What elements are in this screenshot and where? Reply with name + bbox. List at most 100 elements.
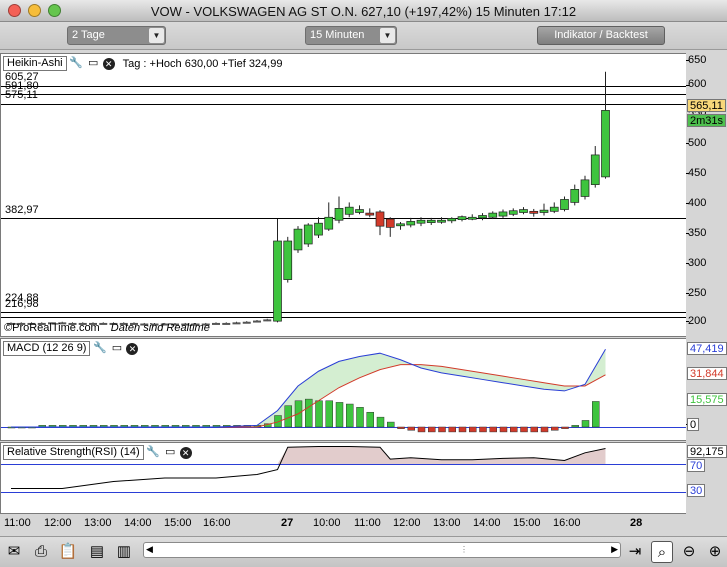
rsi-pane-header: Relative Strength(RSI) (14) 🔧 ▭ ✕ [3, 445, 192, 460]
macd-axis[interactable]: 47,419 31,844 15,575 0 [686, 338, 727, 441]
candle-body [570, 189, 580, 203]
macd-histogram-bar [438, 426, 446, 433]
price-tick: 650 [688, 54, 707, 66]
rsi-70-tag: 70 [687, 459, 706, 472]
price-tick: 400 [688, 197, 707, 209]
macd-histogram-bar [407, 426, 415, 431]
candle-body [242, 321, 251, 324]
histogram-value-tag: 15,575 [687, 393, 727, 406]
interval-select[interactable]: 15 Minuten ▼ [305, 26, 397, 45]
realtime-note: Daten sind Realtime [110, 322, 210, 334]
macd-histogram-bar [335, 402, 344, 428]
macd-histogram-bar [510, 426, 518, 433]
macd-zero-tag: 0 [687, 418, 700, 431]
chart-style-icon[interactable]: ▥ [113, 541, 135, 563]
rsi-pane[interactable]: Relative Strength(RSI) (14) 🔧 ▭ ✕ [0, 442, 687, 514]
candle-body [580, 179, 590, 197]
price-tick: 350 [688, 227, 707, 239]
macd-histogram-bar [325, 400, 333, 428]
zoom-in-icon[interactable]: ⊕ [704, 541, 726, 563]
wrench-icon[interactable]: 🔧 [92, 341, 107, 356]
candle-body [385, 218, 395, 228]
macd-histogram-bar [571, 425, 579, 428]
candle-body [253, 320, 261, 323]
time-label: 13:00 [433, 517, 461, 529]
candle-body [467, 216, 477, 220]
macd-histogram-bar [592, 401, 600, 428]
time-label: 15:00 [513, 517, 541, 529]
price-axis[interactable]: 650 600 500 450 400 350 300 250 200 550 … [686, 53, 727, 337]
go-to-end-icon[interactable]: ⇥ [624, 541, 646, 563]
scroll-left-icon[interactable]: ◀ [146, 544, 153, 555]
wrench-icon[interactable]: 🔧 [146, 445, 161, 460]
macd-histogram-bar [417, 426, 426, 433]
rsi-30-tag: 30 [687, 484, 706, 497]
rsi-pane-title: Relative Strength(RSI) (14) [3, 445, 144, 460]
window-icon[interactable]: ▭ [86, 56, 101, 71]
watermark: ©ProRealTime.com Daten sind Realtime [4, 322, 210, 334]
countdown-tag: 2m31s [687, 114, 727, 127]
rsi-axis[interactable]: 92,175 70 30 [686, 442, 727, 514]
candle-body [508, 210, 518, 215]
candle-body [539, 209, 549, 213]
close-icon[interactable]: ✕ [102, 58, 115, 70]
macd-pane[interactable]: MACD (12 26 9) 🔧 ▭ ✕ [0, 338, 687, 441]
candle-body [519, 209, 528, 213]
macd-histogram-bar [448, 426, 456, 433]
clipboard-icon[interactable]: 📋 [57, 541, 79, 563]
macd-histogram-bar [499, 426, 508, 433]
time-scrollbar[interactable]: ◀ ⋮ ▶ [143, 542, 621, 558]
wrench-icon[interactable]: 🔧 [69, 56, 84, 71]
report-icon[interactable]: ▤ [86, 541, 108, 563]
macd-histogram-bar [530, 426, 538, 433]
macd-histogram-bar [520, 426, 528, 433]
last-price-tag: 565,11 [687, 99, 726, 112]
macd-histogram-bar [376, 416, 385, 428]
candle-body [273, 240, 282, 322]
chevron-down-icon: ▼ [149, 28, 164, 43]
candle-body [355, 209, 364, 213]
candle-body [590, 154, 600, 185]
toolbar: 2 Tage ▼ 15 Minuten ▼ Indikator / Backte… [0, 22, 727, 50]
rsi-value-tag: 92,175 [687, 445, 727, 458]
mail-icon[interactable]: ✉ [3, 541, 25, 563]
time-axis[interactable]: 11:00 12:00 13:00 14:00 15:00 16:00 27 1… [0, 514, 686, 536]
time-label: 27 [281, 517, 294, 529]
candle-body [601, 110, 610, 178]
candle-body [498, 211, 508, 217]
candle-body [303, 224, 313, 245]
window-icon[interactable]: ▭ [163, 445, 178, 460]
price-tick: 450 [688, 167, 707, 179]
price-pane-header: Heikin-Ashi 🔧 ▭ ✕ Tag : +Hoch 630,00 +Ti… [3, 56, 282, 71]
close-icon[interactable]: ✕ [126, 343, 139, 355]
candle-body [293, 228, 303, 251]
window-title: VOW - VOLKSWAGEN AG ST O.N. 627,10 (+197… [150, 4, 577, 19]
macd-histogram-bar [479, 426, 487, 433]
candle-body [222, 322, 231, 325]
price-tick: 250 [688, 287, 707, 299]
price-pane-title: Heikin-Ashi [3, 56, 67, 71]
time-label: 12:00 [393, 517, 421, 529]
scroll-thumb[interactable]: ⋮ [460, 546, 468, 554]
candle-body [406, 221, 416, 226]
indicator-backtest-button[interactable]: Indikator / Backtest [537, 26, 665, 45]
window-icon[interactable]: ▭ [109, 341, 124, 356]
period-select[interactable]: 2 Tage ▼ [67, 26, 166, 45]
macd-histogram-bar [397, 426, 405, 429]
candle-body [334, 208, 344, 221]
macd-value-tag: 47,419 [687, 342, 727, 355]
macd-pane-header: MACD (12 26 9) 🔧 ▭ ✕ [3, 341, 139, 356]
macd-histogram-bar [458, 426, 467, 433]
candle-body [324, 216, 334, 230]
macd-histogram-bar [356, 407, 364, 428]
zoom-select-icon[interactable]: ⌕ [651, 541, 673, 563]
candle-body [426, 219, 436, 223]
price-pane[interactable]: Heikin-Ashi 🔧 ▭ ✕ Tag : +Hoch 630,00 +Ti… [0, 53, 687, 337]
close-icon[interactable]: ✕ [179, 447, 192, 459]
macd-histogram-bar [315, 400, 323, 428]
zoom-out-icon[interactable]: ⊖ [678, 541, 700, 563]
print-icon[interactable]: ⎙ [30, 541, 52, 563]
candle-body [365, 212, 375, 216]
interval-select-value: 15 Minuten [310, 29, 365, 41]
scroll-right-icon[interactable]: ▶ [611, 544, 618, 555]
